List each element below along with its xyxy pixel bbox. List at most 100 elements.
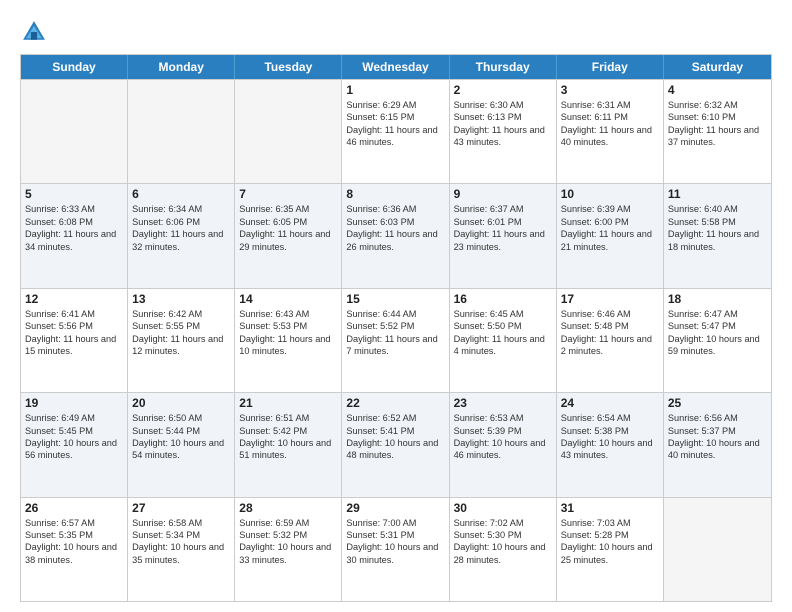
calendar-header-row: SundayMondayTuesdayWednesdayThursdayFrid… <box>21 55 771 79</box>
calendar: SundayMondayTuesdayWednesdayThursdayFrid… <box>20 54 772 602</box>
day-number: 8 <box>346 187 444 201</box>
calendar-cell: 24 Sunrise: 6:54 AM Sunset: 5:38 PM Dayli… <box>557 393 664 496</box>
day-number: 16 <box>454 292 552 306</box>
day-number: 11 <box>668 187 767 201</box>
calendar-cell <box>235 80 342 183</box>
day-number: 9 <box>454 187 552 201</box>
day-info: Sunrise: 6:37 AM Sunset: 6:01 PM Dayligh… <box>454 203 552 253</box>
calendar-week-4: 19 Sunrise: 6:49 AM Sunset: 5:45 PM Dayli… <box>21 392 771 496</box>
calendar-cell: 28 Sunrise: 6:59 AM Sunset: 5:32 PM Dayli… <box>235 498 342 601</box>
calendar-cell: 13Sunrise: 6:42 AM Sunset: 5:55 PM Dayli… <box>128 289 235 392</box>
day-number: 29 <box>346 501 444 515</box>
calendar-cell: 9 Sunrise: 6:37 AM Sunset: 6:01 PM Daylig… <box>450 184 557 287</box>
calendar-cell: 11 Sunrise: 6:40 AM Sunset: 5:58 PM Dayli… <box>664 184 771 287</box>
header-cell-thursday: Thursday <box>450 55 557 79</box>
day-info: Sunrise: 6:31 AM Sunset: 6:11 PM Dayligh… <box>561 99 659 149</box>
calendar-cell: 29 Sunrise: 7:00 AM Sunset: 5:31 PM Dayli… <box>342 498 449 601</box>
calendar-cell: 27 Sunrise: 6:58 AM Sunset: 5:34 PM Dayli… <box>128 498 235 601</box>
day-info: Sunrise: 6:40 AM Sunset: 5:58 PM Dayligh… <box>668 203 767 253</box>
day-info: Sunrise: 6:35 AM Sunset: 6:05 PM Dayligh… <box>239 203 337 253</box>
day-info: Sunrise: 6:32 AM Sunset: 6:10 PM Dayligh… <box>668 99 767 149</box>
calendar-cell: 6Sunrise: 6:34 AM Sunset: 6:06 PM Daylig… <box>128 184 235 287</box>
calendar-cell: 22 Sunrise: 6:52 AM Sunset: 5:41 PM Dayli… <box>342 393 449 496</box>
day-number: 19 <box>25 396 123 410</box>
day-number: 25 <box>668 396 767 410</box>
day-number: 15 <box>346 292 444 306</box>
day-number: 21 <box>239 396 337 410</box>
header-cell-sunday: Sunday <box>21 55 128 79</box>
day-number: 10 <box>561 187 659 201</box>
calendar-cell: 20 Sunrise: 6:50 AM Sunset: 5:44 PM Dayli… <box>128 393 235 496</box>
page: SundayMondayTuesdayWednesdayThursdayFrid… <box>0 0 792 612</box>
calendar-cell: 4 Sunrise: 6:32 AM Sunset: 6:10 PM Daylig… <box>664 80 771 183</box>
day-info: Sunrise: 6:52 AM Sunset: 5:41 PM Dayligh… <box>346 412 444 462</box>
day-info: Sunrise: 6:39 AM Sunset: 6:00 PM Dayligh… <box>561 203 659 253</box>
day-number: 7 <box>239 187 337 201</box>
day-info: Sunrise: 6:56 AM Sunset: 5:37 PM Dayligh… <box>668 412 767 462</box>
day-number: 27 <box>132 501 230 515</box>
calendar-cell: 30Sunrise: 7:02 AM Sunset: 5:30 PM Dayli… <box>450 498 557 601</box>
calendar-cell: 7 Sunrise: 6:35 AM Sunset: 6:05 PM Daylig… <box>235 184 342 287</box>
day-info: Sunrise: 6:44 AM Sunset: 5:52 PM Dayligh… <box>346 308 444 358</box>
header <box>20 18 772 46</box>
day-info: Sunrise: 6:49 AM Sunset: 5:45 PM Dayligh… <box>25 412 123 462</box>
calendar-cell: 31 Sunrise: 7:03 AM Sunset: 5:28 PM Dayli… <box>557 498 664 601</box>
logo-icon <box>20 18 48 46</box>
day-number: 5 <box>25 187 123 201</box>
header-cell-tuesday: Tuesday <box>235 55 342 79</box>
calendar-cell <box>21 80 128 183</box>
day-info: Sunrise: 6:29 AM Sunset: 6:15 PM Dayligh… <box>346 99 444 149</box>
calendar-cell <box>128 80 235 183</box>
day-number: 17 <box>561 292 659 306</box>
calendar-cell: 19 Sunrise: 6:49 AM Sunset: 5:45 PM Dayli… <box>21 393 128 496</box>
calendar-cell: 26 Sunrise: 6:57 AM Sunset: 5:35 PM Dayli… <box>21 498 128 601</box>
day-info: Sunrise: 6:51 AM Sunset: 5:42 PM Dayligh… <box>239 412 337 462</box>
calendar-cell: 5 Sunrise: 6:33 AM Sunset: 6:08 PM Daylig… <box>21 184 128 287</box>
day-number: 13 <box>132 292 230 306</box>
day-info: Sunrise: 6:46 AM Sunset: 5:48 PM Dayligh… <box>561 308 659 358</box>
day-number: 24 <box>561 396 659 410</box>
calendar-body: 1 Sunrise: 6:29 AM Sunset: 6:15 PM Daylig… <box>21 79 771 601</box>
calendar-week-3: 12 Sunrise: 6:41 AM Sunset: 5:56 PM Dayli… <box>21 288 771 392</box>
day-number: 1 <box>346 83 444 97</box>
day-info: Sunrise: 6:30 AM Sunset: 6:13 PM Dayligh… <box>454 99 552 149</box>
day-number: 20 <box>132 396 230 410</box>
day-number: 30 <box>454 501 552 515</box>
day-info: Sunrise: 6:59 AM Sunset: 5:32 PM Dayligh… <box>239 517 337 567</box>
calendar-cell: 23 Sunrise: 6:53 AM Sunset: 5:39 PM Dayli… <box>450 393 557 496</box>
day-info: Sunrise: 6:57 AM Sunset: 5:35 PM Dayligh… <box>25 517 123 567</box>
calendar-cell: 17 Sunrise: 6:46 AM Sunset: 5:48 PM Dayli… <box>557 289 664 392</box>
day-info: Sunrise: 6:34 AM Sunset: 6:06 PM Dayligh… <box>132 203 230 253</box>
day-info: Sunrise: 6:36 AM Sunset: 6:03 PM Dayligh… <box>346 203 444 253</box>
calendar-cell: 10 Sunrise: 6:39 AM Sunset: 6:00 PM Dayli… <box>557 184 664 287</box>
day-info: Sunrise: 6:47 AM Sunset: 5:47 PM Dayligh… <box>668 308 767 358</box>
calendar-cell: 14Sunrise: 6:43 AM Sunset: 5:53 PM Dayli… <box>235 289 342 392</box>
calendar-cell: 15 Sunrise: 6:44 AM Sunset: 5:52 PM Dayli… <box>342 289 449 392</box>
day-info: Sunrise: 7:00 AM Sunset: 5:31 PM Dayligh… <box>346 517 444 567</box>
day-info: Sunrise: 6:54 AM Sunset: 5:38 PM Dayligh… <box>561 412 659 462</box>
calendar-cell: 3Sunrise: 6:31 AM Sunset: 6:11 PM Daylig… <box>557 80 664 183</box>
calendar-week-1: 1 Sunrise: 6:29 AM Sunset: 6:15 PM Daylig… <box>21 79 771 183</box>
calendar-cell: 2Sunrise: 6:30 AM Sunset: 6:13 PM Daylig… <box>450 80 557 183</box>
calendar-cell: 21 Sunrise: 6:51 AM Sunset: 5:42 PM Dayli… <box>235 393 342 496</box>
day-number: 22 <box>346 396 444 410</box>
day-number: 18 <box>668 292 767 306</box>
day-number: 12 <box>25 292 123 306</box>
header-cell-wednesday: Wednesday <box>342 55 449 79</box>
day-info: Sunrise: 6:50 AM Sunset: 5:44 PM Dayligh… <box>132 412 230 462</box>
day-number: 28 <box>239 501 337 515</box>
calendar-cell: 16Sunrise: 6:45 AM Sunset: 5:50 PM Dayli… <box>450 289 557 392</box>
logo <box>20 18 52 46</box>
day-info: Sunrise: 6:53 AM Sunset: 5:39 PM Dayligh… <box>454 412 552 462</box>
day-info: Sunrise: 6:41 AM Sunset: 5:56 PM Dayligh… <box>25 308 123 358</box>
day-info: Sunrise: 6:58 AM Sunset: 5:34 PM Dayligh… <box>132 517 230 567</box>
day-number: 4 <box>668 83 767 97</box>
day-number: 31 <box>561 501 659 515</box>
day-number: 26 <box>25 501 123 515</box>
day-number: 23 <box>454 396 552 410</box>
calendar-cell: 8 Sunrise: 6:36 AM Sunset: 6:03 PM Daylig… <box>342 184 449 287</box>
day-info: Sunrise: 6:43 AM Sunset: 5:53 PM Dayligh… <box>239 308 337 358</box>
day-info: Sunrise: 7:03 AM Sunset: 5:28 PM Dayligh… <box>561 517 659 567</box>
day-info: Sunrise: 6:33 AM Sunset: 6:08 PM Dayligh… <box>25 203 123 253</box>
header-cell-monday: Monday <box>128 55 235 79</box>
